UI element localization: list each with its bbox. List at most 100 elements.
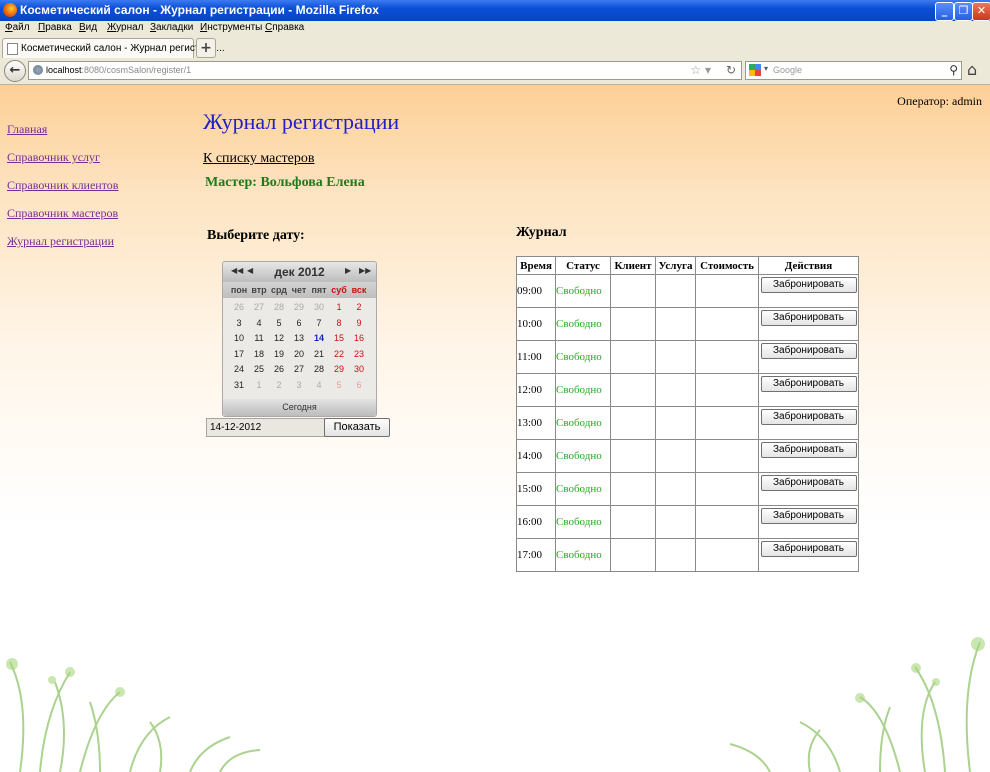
choose-date-label: Выберите дату:: [207, 228, 305, 243]
calendar-day[interactable]: 27: [249, 302, 269, 312]
calendar-day[interactable]: 2: [349, 302, 369, 312]
cost-cell: [695, 472, 759, 506]
calendar-day[interactable]: 6: [349, 380, 369, 390]
maximize-button[interactable]: ❐: [954, 2, 973, 21]
book-button[interactable]: Забронировать: [760, 442, 857, 458]
table-row: 15:00 Свободно Забронировать: [516, 472, 859, 506]
book-button[interactable]: Забронировать: [760, 475, 857, 491]
calendar-day[interactable]: 28: [269, 302, 289, 312]
sidebar-item-clients[interactable]: Справочник клиентов: [7, 178, 118, 193]
book-button[interactable]: Забронировать: [760, 541, 857, 557]
menu-file[interactable]: Файл: [5, 22, 30, 33]
back-button[interactable]: ←: [4, 60, 26, 82]
masters-list-link[interactable]: К списку мастеров: [203, 151, 315, 167]
status-cell: Свободно: [555, 472, 611, 506]
calendar-day[interactable]: 29: [289, 302, 309, 312]
calendar-day[interactable]: 13: [289, 333, 309, 343]
calendar-day[interactable]: 6: [289, 318, 309, 328]
tab-bar: Косметический салон - Журнал регистрац..…: [0, 36, 990, 59]
book-button[interactable]: Забронировать: [760, 409, 857, 425]
calendar-day[interactable]: 5: [329, 380, 349, 390]
calendar-day[interactable]: 16: [349, 333, 369, 343]
today-button[interactable]: Сегодня: [223, 399, 376, 416]
calendar-day[interactable]: 2: [269, 380, 289, 390]
globe-icon: [33, 65, 43, 75]
sidebar-item-journal[interactable]: Журнал регистрации: [7, 234, 114, 249]
calendar-day[interactable]: 7: [309, 318, 329, 328]
menu-history[interactable]: Журнал: [107, 22, 144, 33]
actions-cell: Забронировать: [758, 538, 859, 572]
table-row: 17:00 Свободно Забронировать: [516, 538, 859, 572]
book-button[interactable]: Забронировать: [760, 376, 857, 392]
time-cell: 12:00: [516, 373, 556, 407]
calendar-day[interactable]: 23: [349, 349, 369, 359]
calendar-day[interactable]: 10: [229, 333, 249, 343]
calendar-day[interactable]: 30: [309, 302, 329, 312]
calendar-day[interactable]: 17: [229, 349, 249, 359]
master-name: Мастер: Вольфова Елена: [205, 175, 365, 190]
address-bar[interactable]: localhost:8080/cosmSalon/register/1 ☆ ▾ …: [28, 61, 742, 80]
calendar-weekdays: пон втр срд чет пят суб вск: [223, 282, 376, 298]
calendar-day[interactable]: 26: [229, 302, 249, 312]
calendar-day[interactable]: 21: [309, 349, 329, 359]
calendar-day[interactable]: 12: [269, 333, 289, 343]
calendar-day[interactable]: 1: [329, 302, 349, 312]
calendar-day[interactable]: 26: [269, 364, 289, 374]
calendar-day[interactable]: 9: [349, 318, 369, 328]
search-box[interactable]: ▾ Google ⚲: [745, 61, 962, 80]
calendar-day[interactable]: 30: [349, 364, 369, 374]
service-cell: [655, 472, 696, 506]
sidebar-item-services[interactable]: Справочник услуг: [7, 150, 100, 165]
book-button[interactable]: Забронировать: [760, 508, 857, 524]
menu-edit[interactable]: Правка: [38, 22, 72, 33]
service-cell: [655, 307, 696, 341]
calendar-day[interactable]: 31: [229, 380, 249, 390]
column-header: Клиент: [610, 256, 656, 275]
menu-view[interactable]: Вид: [79, 22, 97, 33]
chevron-down-icon[interactable]: ▾: [764, 64, 768, 73]
calendar-day[interactable]: 4: [309, 380, 329, 390]
date-picker-calendar[interactable]: ◀◀ ◀ дек 2012 ▶ ▶▶ пон втр срд чет пят с…: [222, 261, 377, 417]
calendar-day[interactable]: 15: [329, 333, 349, 343]
calendar-day[interactable]: 25: [249, 364, 269, 374]
bookmark-star-icon[interactable]: ☆ ▾: [690, 63, 711, 77]
calendar-day[interactable]: 20: [289, 349, 309, 359]
new-tab-button[interactable]: +: [196, 38, 216, 58]
menu-help[interactable]: Справка: [265, 22, 304, 33]
calendar-day[interactable]: 3: [289, 380, 309, 390]
client-cell: [610, 538, 656, 572]
calendar-day[interactable]: 3: [229, 318, 249, 328]
sidebar-item-home[interactable]: Главная: [7, 122, 47, 137]
calendar-day[interactable]: 27: [289, 364, 309, 374]
menu-bookmarks[interactable]: Закладки: [150, 22, 193, 33]
calendar-day[interactable]: 8: [329, 318, 349, 328]
menu-tools[interactable]: Инструменты: [200, 22, 262, 33]
calendar-day[interactable]: 11: [249, 333, 269, 343]
search-icon[interactable]: ⚲: [949, 63, 958, 77]
close-button[interactable]: ✕: [972, 2, 990, 21]
book-button[interactable]: Забронировать: [760, 277, 857, 293]
calendar-day[interactable]: 19: [269, 349, 289, 359]
calendar-day[interactable]: 5: [269, 318, 289, 328]
calendar-day[interactable]: 22: [329, 349, 349, 359]
next-year-icon[interactable]: ▶▶: [359, 266, 371, 275]
date-input[interactable]: [206, 418, 326, 437]
status-cell: Свободно: [555, 340, 611, 374]
book-button[interactable]: Забронировать: [760, 343, 857, 359]
sidebar-item-masters[interactable]: Справочник мастеров: [7, 206, 118, 221]
calendar-month[interactable]: дек 2012: [223, 265, 376, 279]
calendar-day[interactable]: 24: [229, 364, 249, 374]
next-month-icon[interactable]: ▶: [345, 266, 351, 275]
calendar-day[interactable]: 29: [329, 364, 349, 374]
book-button[interactable]: Забронировать: [760, 310, 857, 326]
show-button[interactable]: Показать: [324, 418, 390, 437]
home-icon[interactable]: ⌂: [967, 60, 977, 79]
calendar-day[interactable]: 4: [249, 318, 269, 328]
calendar-day[interactable]: 1: [249, 380, 269, 390]
calendar-day[interactable]: 14: [309, 333, 329, 343]
calendar-day[interactable]: 18: [249, 349, 269, 359]
calendar-day[interactable]: 28: [309, 364, 329, 374]
reload-icon[interactable]: ↻: [726, 63, 736, 77]
tab-active[interactable]: Косметический салон - Журнал регистрац..…: [2, 38, 225, 58]
minimize-button[interactable]: _: [935, 2, 954, 21]
